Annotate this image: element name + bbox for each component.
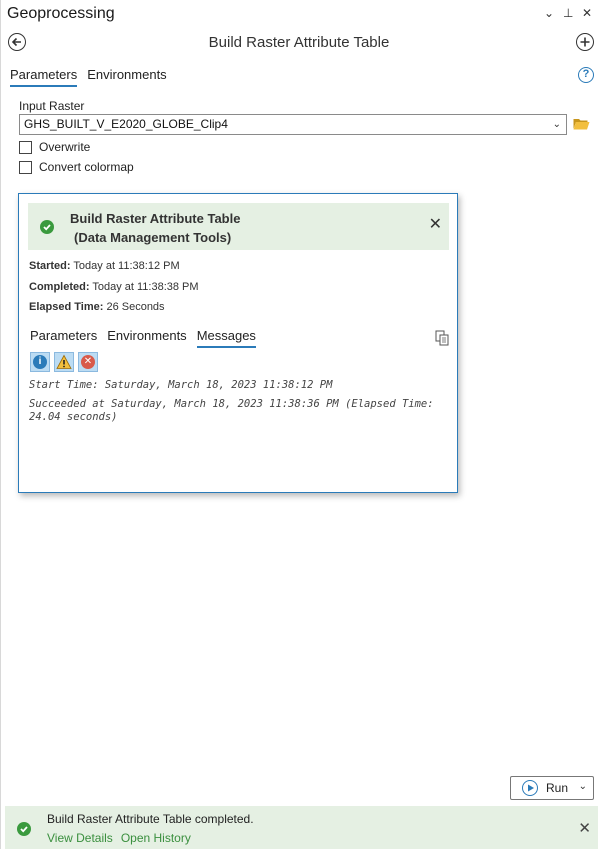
input-raster-dropdown[interactable]: GHS_BUILT_V_E2020_GLOBE_Clip4 ⌄ (19, 114, 567, 135)
run-label: Run (546, 781, 569, 795)
help-icon[interactable]: ? (578, 67, 594, 83)
popup-title-line1: Build Raster Attribute Table (70, 211, 241, 226)
popup-tab-environments[interactable]: Environments (107, 328, 186, 348)
tab-parameters[interactable]: Parameters (10, 67, 78, 87)
pane-menu-icon[interactable]: ⌄ (544, 6, 554, 20)
completed-label: Completed: (29, 281, 90, 293)
input-raster-label: Input Raster (19, 99, 85, 113)
success-check-icon (17, 822, 31, 836)
warning-icon (56, 354, 72, 369)
overwrite-checkbox-row[interactable]: Overwrite (19, 140, 90, 154)
completed-line: Completed: Today at 11:38:38 PM (29, 281, 199, 293)
popup-header: Build Raster Attribute Table (Data Manag… (28, 203, 449, 250)
elapsed-value: 26 Seconds (106, 301, 165, 313)
info-filter-button[interactable]: i (30, 352, 50, 372)
play-icon (522, 780, 538, 796)
error-icon: ✕ (81, 355, 95, 369)
chevron-down-icon: ⌄ (552, 119, 561, 130)
close-pane-icon[interactable]: ✕ (582, 6, 592, 20)
info-icon: i (33, 355, 47, 369)
tab-environments[interactable]: Environments (87, 67, 166, 87)
pin-icon[interactable]: ⊥ (563, 6, 573, 20)
popup-tab-parameters[interactable]: Parameters (30, 328, 97, 348)
elapsed-label: Elapsed Time: (29, 301, 104, 313)
popup-tab-messages[interactable]: Messages (196, 328, 256, 348)
popup-title: Build Raster Attribute Table (Data Manag… (70, 209, 240, 247)
message-line: Start Time: Saturday, March 18, 2023 11:… (29, 379, 333, 391)
message-filter-icons: i ✕ (30, 352, 98, 372)
overwrite-label: Overwrite (39, 140, 91, 154)
pane-border (0, 0, 1, 849)
tool-tabs: Parameters Environments (10, 67, 167, 87)
status-links: View Details Open History (47, 831, 191, 845)
status-message: Build Raster Attribute Table completed. (47, 812, 254, 826)
pane-title: Geoprocessing (7, 5, 115, 22)
tool-title: Build Raster Attribute Table (208, 34, 390, 51)
add-button[interactable] (576, 33, 594, 51)
completed-value: Today at 11:38:38 PM (92, 281, 199, 293)
error-filter-button[interactable]: ✕ (78, 352, 98, 372)
convert-colormap-checkbox[interactable] (19, 160, 32, 174)
folder-icon[interactable] (573, 117, 590, 130)
tool-header: Build Raster Attribute Table (0, 30, 598, 56)
run-button[interactable]: Run ⌄ (510, 776, 594, 800)
convert-colormap-checkbox-row[interactable]: Convert colormap (19, 160, 134, 174)
message-line: Succeeded at Saturday, March 18, 2023 11… (29, 398, 434, 423)
input-raster-value: GHS_BUILT_V_E2020_GLOBE_Clip4 (24, 117, 228, 131)
overwrite-checkbox[interactable] (19, 140, 32, 154)
elapsed-line: Elapsed Time: 26 Seconds (29, 301, 165, 313)
chevron-down-icon[interactable]: ⌄ (579, 781, 587, 792)
started-label: Started: (29, 260, 71, 272)
success-check-icon (40, 220, 54, 234)
open-history-link[interactable]: Open History (121, 831, 191, 845)
pane-header: Geoprocessing ⌄ ⊥ ✕ (0, 0, 598, 28)
status-bar: Build Raster Attribute Table completed. … (5, 806, 598, 849)
started-line: Started: Today at 11:38:12 PM (29, 260, 180, 272)
started-value: Today at 11:38:12 PM (73, 260, 180, 272)
close-icon[interactable]: ✕ (429, 217, 442, 233)
popup-tabs: Parameters Environments Messages (30, 328, 256, 348)
popup-title-line2: (Data Management Tools) (74, 230, 232, 245)
copy-icon[interactable] (435, 330, 449, 346)
result-popup: Build Raster Attribute Table (Data Manag… (18, 193, 458, 493)
close-icon[interactable]: ✕ (578, 819, 591, 837)
convert-colormap-label: Convert colormap (39, 160, 134, 174)
view-details-link[interactable]: View Details (47, 831, 113, 845)
pane-controls: ⌄ ⊥ ✕ (544, 6, 592, 20)
warning-filter-button[interactable] (54, 352, 74, 372)
plus-icon (580, 37, 590, 47)
